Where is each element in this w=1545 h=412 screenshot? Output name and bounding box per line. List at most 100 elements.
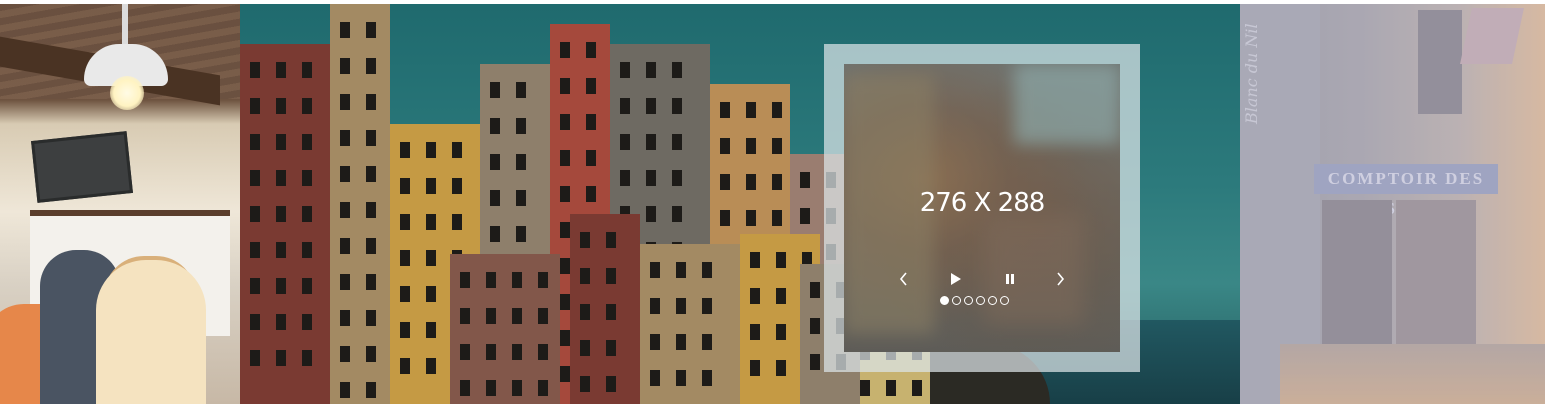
- house-window: [620, 170, 630, 186]
- house-window: [302, 314, 312, 330]
- house-window: [560, 42, 570, 58]
- house-window: [676, 298, 686, 314]
- slide-cafe-interior: [0, 4, 240, 404]
- house-window: [560, 186, 570, 202]
- house-window: [620, 62, 630, 78]
- house-window: [776, 288, 786, 304]
- house-window: [538, 344, 548, 360]
- house-window: [452, 214, 462, 230]
- pause-icon: [1005, 273, 1015, 285]
- house-window: [750, 324, 760, 340]
- prev-button[interactable]: [892, 268, 916, 290]
- house-window: [486, 380, 496, 396]
- house-window: [560, 330, 570, 346]
- house-window: [426, 322, 436, 338]
- house-window: [560, 78, 570, 94]
- house-window: [720, 174, 730, 190]
- house-window: [250, 98, 260, 114]
- house-window: [538, 380, 548, 396]
- house-window: [776, 324, 786, 340]
- house-window: [302, 242, 312, 258]
- house-window: [746, 138, 756, 154]
- house-window: [516, 190, 526, 206]
- house-window: [340, 58, 350, 74]
- house-window: [800, 172, 810, 188]
- house-window: [340, 346, 350, 362]
- house-window: [810, 318, 820, 334]
- pagination-dot[interactable]: [952, 296, 961, 305]
- house-window: [750, 360, 760, 376]
- house-window: [538, 272, 548, 288]
- inactive-slide-veil: [1240, 4, 1545, 404]
- house-window: [250, 62, 260, 78]
- house-window: [486, 308, 496, 324]
- house-window: [340, 274, 350, 290]
- house-window: [672, 134, 682, 150]
- pagination-dot[interactable]: [1000, 296, 1009, 305]
- house-window: [606, 340, 616, 356]
- house-window: [560, 114, 570, 130]
- house-window: [340, 382, 350, 398]
- house-window: [366, 58, 376, 74]
- house-window: [776, 252, 786, 268]
- house-window: [646, 170, 656, 186]
- chevron-right-icon: [1055, 272, 1065, 286]
- house-window: [606, 376, 616, 392]
- chevron-left-icon: [899, 272, 909, 286]
- house-window: [250, 350, 260, 366]
- image-slider: COMPTOIR DES ISLES Blanc du Nil 276 X 28…: [0, 4, 1545, 404]
- house-window: [750, 288, 760, 304]
- house-window: [672, 98, 682, 114]
- slider-controls: [844, 268, 1120, 290]
- house-window: [490, 226, 500, 242]
- house-window: [746, 102, 756, 118]
- house-window: [702, 262, 712, 278]
- house-window: [512, 344, 522, 360]
- house-window: [366, 130, 376, 146]
- house-window: [772, 174, 782, 190]
- next-button[interactable]: [1048, 268, 1072, 290]
- house-window: [800, 208, 810, 224]
- house-window: [340, 166, 350, 182]
- house-window: [650, 334, 660, 350]
- pagination-dot[interactable]: [988, 296, 997, 305]
- house-window: [586, 78, 596, 94]
- house-window: [452, 142, 462, 158]
- house-window: [366, 22, 376, 38]
- house-window: [340, 238, 350, 254]
- play-button[interactable]: [944, 268, 968, 290]
- house-window: [580, 232, 590, 248]
- pagination-dot[interactable]: [964, 296, 973, 305]
- dimension-label: 276 X 288: [919, 188, 1046, 218]
- house-window: [366, 238, 376, 254]
- house-window: [460, 308, 470, 324]
- lamp-rod: [122, 4, 128, 44]
- pagination-dot[interactable]: [976, 296, 985, 305]
- house-window: [490, 82, 500, 98]
- house-window: [490, 154, 500, 170]
- house-window: [366, 94, 376, 110]
- placeholder-box: 276 X 288: [844, 64, 1120, 352]
- house-window: [426, 214, 436, 230]
- pagination-dot[interactable]: [940, 296, 949, 305]
- pause-button[interactable]: [998, 268, 1022, 290]
- house-window: [750, 252, 760, 268]
- house-window: [772, 210, 782, 226]
- house-window: [302, 206, 312, 222]
- house-window: [650, 370, 660, 386]
- house-window: [302, 62, 312, 78]
- house-window: [560, 294, 570, 310]
- house-window: [486, 272, 496, 288]
- house-window: [340, 130, 350, 146]
- house-window: [426, 178, 436, 194]
- house-window: [460, 380, 470, 396]
- house-window: [340, 94, 350, 110]
- house-window: [586, 150, 596, 166]
- house-window: [400, 142, 410, 158]
- house-window: [490, 190, 500, 206]
- house-window: [512, 308, 522, 324]
- house-window: [650, 262, 660, 278]
- house-window: [276, 206, 286, 222]
- house-window: [516, 82, 526, 98]
- house-window: [776, 360, 786, 376]
